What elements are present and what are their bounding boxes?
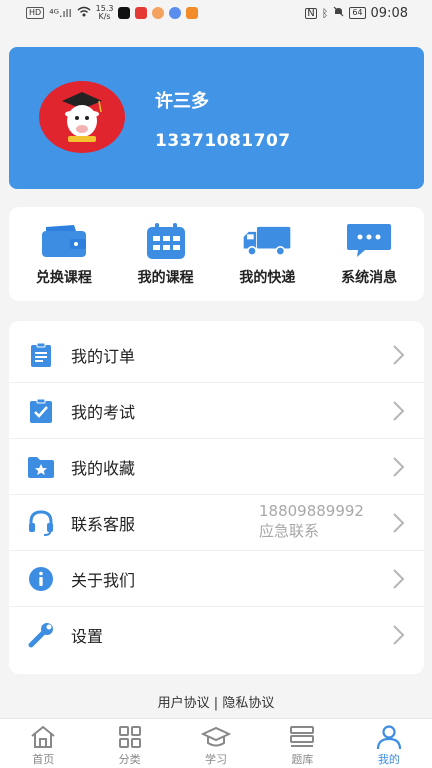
quick-action-label: 我的课程 <box>137 270 194 286</box>
weibo-app-icon <box>152 7 165 19</box>
menu-item-label: 我的考试 <box>71 402 136 422</box>
truck-icon <box>242 221 292 261</box>
user-agreement-link[interactable]: 用户协议 <box>158 696 210 711</box>
menu-item-my-exams[interactable]: 我的考试 <box>9 383 424 439</box>
user-name: 许三多 <box>155 91 209 112</box>
tab-mine[interactable]: 我的 <box>346 719 432 768</box>
user-phone: 13371081707 <box>155 131 291 151</box>
menu-item-contact-support[interactable]: 联系客服 18809889992 应急联系 <box>9 495 424 551</box>
quick-action-label: 系统消息 <box>341 270 398 286</box>
stack-icon <box>286 723 318 751</box>
network-tag: HD <box>26 7 45 19</box>
message-icon <box>344 221 394 261</box>
user-icon <box>373 723 405 751</box>
menu-item-about-us[interactable]: 关于我们 <box>9 551 424 607</box>
status-bar: HD ⁴ᴳ.ıll 15.3 K/s N ᛒ 64 09:08 <box>0 0 432 26</box>
star-folder-icon <box>27 453 55 481</box>
chevron-right-icon <box>393 400 405 421</box>
menu-card: 我的订单 我的考试 我的收藏 联系客服 18809889992 应急联系 关于我… <box>9 321 424 674</box>
quick-action-my-courses[interactable]: 我的课程 <box>116 221 216 287</box>
avatar[interactable] <box>39 81 125 153</box>
bluetooth-icon: ᛒ <box>321 6 329 20</box>
menu-item-label: 我的收藏 <box>71 458 136 478</box>
battery-icon: 64 <box>349 7 366 19</box>
nfc-icon: N <box>305 7 317 19</box>
menu-item-label: 关于我们 <box>71 570 136 590</box>
tab-label: 学习 <box>205 753 228 766</box>
quick-action-system-messages[interactable]: 系统消息 <box>319 221 419 287</box>
clock: 09:08 <box>370 5 408 21</box>
chevron-right-icon <box>393 625 405 645</box>
tab-home[interactable]: 首页 <box>0 719 86 768</box>
quick-action-label: 我的快递 <box>239 270 296 286</box>
agreement-separator: | <box>209 696 223 711</box>
clipboard-icon <box>27 341 55 369</box>
tab-label: 首页 <box>32 753 55 766</box>
checklist-icon <box>27 397 55 425</box>
chevron-right-icon <box>393 344 405 365</box>
support-phone[interactable]: 18809889992 应急联系 <box>259 501 364 541</box>
headset-icon <box>27 509 55 537</box>
tab-label: 分类 <box>118 753 141 766</box>
bottom-tab-bar: 首页 分类 学习 题库 我的 <box>0 718 432 768</box>
quick-action-my-express[interactable]: 我的快递 <box>217 221 317 287</box>
chevron-right-icon <box>393 456 405 477</box>
grid-icon <box>114 723 146 751</box>
app-icon-orange <box>186 7 199 19</box>
info-icon <box>27 565 55 593</box>
app-icon-blue <box>169 7 182 19</box>
signal-indicator: ⁴ᴳ.ıll <box>49 6 72 20</box>
tab-label: 题库 <box>291 753 314 766</box>
chevron-right-icon <box>393 512 405 533</box>
menu-item-label: 我的订单 <box>71 346 136 366</box>
menu-item-my-favorites[interactable]: 我的收藏 <box>9 439 424 495</box>
menu-item-label: 联系客服 <box>71 514 136 534</box>
tiktok-app-icon <box>118 7 131 19</box>
graduation-cap-icon <box>200 723 232 751</box>
tab-label: 我的 <box>377 753 400 766</box>
home-icon <box>27 723 59 751</box>
tab-question-bank[interactable]: 题库 <box>259 719 345 768</box>
wifi-icon <box>77 6 91 20</box>
app-icon-red <box>135 7 148 19</box>
privacy-policy-link[interactable]: 隐私协议 <box>222 696 274 711</box>
menu-item-my-orders[interactable]: 我的订单 <box>9 327 424 383</box>
wrench-icon <box>27 621 55 649</box>
chevron-right-icon <box>393 568 405 589</box>
mute-icon <box>333 6 344 20</box>
tab-category[interactable]: 分类 <box>86 719 172 768</box>
quick-action-redeem-course[interactable]: 兑换课程 <box>14 221 114 287</box>
tab-study[interactable]: 学习 <box>173 719 259 768</box>
network-speed: 15.3 K/s <box>95 4 114 21</box>
calendar-icon <box>141 221 191 261</box>
quick-actions-card: 兑换课程 我的课程 我的快递 系统消息 <box>9 207 424 301</box>
menu-item-settings[interactable]: 设置 <box>9 607 424 663</box>
menu-item-label: 设置 <box>71 627 104 646</box>
wallet-icon <box>39 221 89 261</box>
quick-action-label: 兑换课程 <box>35 270 92 286</box>
profile-card[interactable]: 许三多 13371081707 <box>9 47 424 189</box>
agreement-links: 用户协议 | 隐私协议 <box>0 692 432 711</box>
